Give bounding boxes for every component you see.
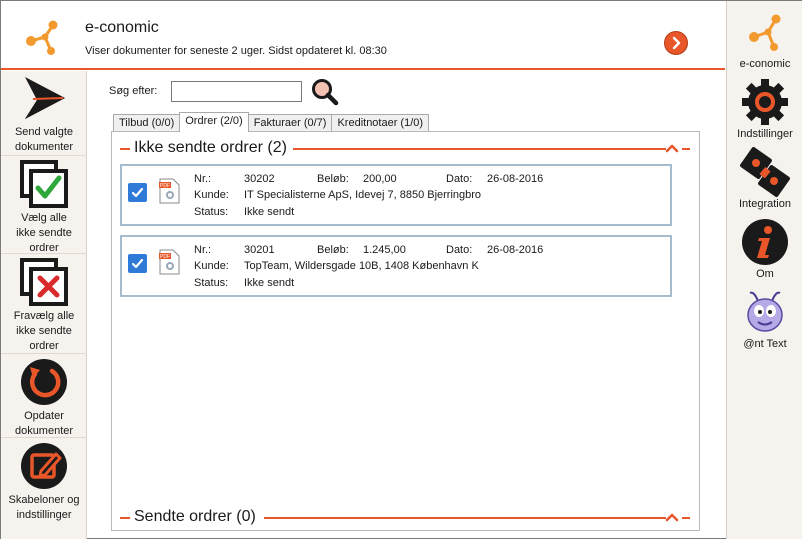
send-selected-label-line2: dokumenter xyxy=(14,141,74,153)
sidebar-item-about[interactable]: Om xyxy=(727,217,802,281)
unsent-orders-title: Ikke sendte ordrer (2) xyxy=(134,138,293,158)
send-arrow-icon xyxy=(25,77,65,119)
pdf-icon[interactable]: PDF xyxy=(158,178,180,204)
left-sidebar: Send valgte dokumenter Vælg alle ikke se… xyxy=(1,71,87,539)
templates-label-line1: Skabeloner og xyxy=(8,494,80,506)
order-card: PDF Nr.: 30202 Beløb: 200,00 Dato: 26-08… xyxy=(120,164,672,226)
refresh-label-line1: Opdater xyxy=(24,410,64,422)
document-tabs: Tilbud (0/0) Ordrer (2/0) Fakturaer (0/7… xyxy=(113,112,430,132)
divider xyxy=(1,253,87,254)
sidebar-item-integration[interactable]: Integration xyxy=(727,147,802,211)
app-title: e-conomic xyxy=(85,19,159,36)
order-date: 26-08-2016 xyxy=(487,173,544,185)
refresh-icon xyxy=(21,359,67,405)
order-checkbox[interactable] xyxy=(128,254,147,273)
order-number: 30202 xyxy=(244,173,275,185)
order-checkbox[interactable] xyxy=(128,183,147,202)
sidebar-item-label: @nt Text xyxy=(743,338,787,350)
nr-label: Nr.: xyxy=(194,173,212,185)
deselect-all-label-line3: ordrer xyxy=(29,340,59,352)
orders-panel: Ikke sendte ordrer (2) PDF Nr.: 30202 Be… xyxy=(111,131,700,531)
deselect-all-label-line1: Fravælg alle xyxy=(13,310,75,322)
templates-settings-button[interactable]: Skabeloner og indstillinger xyxy=(1,441,87,523)
status-subtitle: Viser dokumenter for seneste 2 uger. Sid… xyxy=(85,45,387,57)
edit-icon xyxy=(21,443,67,489)
forward-button[interactable] xyxy=(664,31,688,55)
order-date: 26-08-2016 xyxy=(487,244,544,256)
divider xyxy=(120,148,130,150)
order-status: Ikke sendt xyxy=(244,277,295,289)
order-amount: 1.245,00 xyxy=(363,244,406,256)
puzzle-gears-icon xyxy=(740,147,790,197)
chevron-right-icon xyxy=(672,36,681,50)
send-selected-label-line1: Send valgte xyxy=(14,126,74,138)
info-icon xyxy=(742,219,788,265)
ant-mascot-icon xyxy=(747,291,783,332)
select-all-label-line2: ikke sendte xyxy=(16,227,72,239)
e-conomic-logo-icon xyxy=(26,20,58,55)
chevron-up-icon[interactable] xyxy=(664,140,680,156)
order-customer: IT Specialisterne ApS, Idevej 7, 8850 Bj… xyxy=(244,189,482,201)
divider xyxy=(682,148,690,150)
templates-label-line2: indstillinger xyxy=(16,509,72,521)
select-all-label-line1: Vælg alle xyxy=(21,212,67,224)
divider xyxy=(264,517,666,519)
search-label: Søg efter: xyxy=(109,85,158,97)
svg-text:PDF: PDF xyxy=(160,254,170,260)
order-card: PDF Nr.: 30201 Beløb: 1.245,00 Dato: 26-… xyxy=(120,235,672,297)
chevron-up-icon[interactable] xyxy=(664,509,680,525)
tab-invoices[interactable]: Fakturaer (0/7) xyxy=(247,114,333,132)
divider xyxy=(1,437,87,438)
sent-orders-header: Sendte ordrer (0) xyxy=(120,507,690,527)
date-label: Dato: xyxy=(446,173,473,185)
tab-quotes[interactable]: Tilbud (0/0) xyxy=(113,114,181,132)
order-status: Ikke sendt xyxy=(244,206,295,218)
divider xyxy=(120,517,130,519)
checkbox-cross-icon xyxy=(20,258,68,306)
checkmark-icon xyxy=(131,187,144,198)
tab-credit-notes[interactable]: Kreditnotaer (1/0) xyxy=(331,114,430,132)
send-selected-button[interactable]: Send valgte dokumenter xyxy=(1,73,87,155)
customer-label: Kunde: xyxy=(194,189,229,201)
right-sidebar: e-conomic Indstillinger Integration Om @… xyxy=(726,1,802,539)
amount-label: Beløb: xyxy=(317,244,349,256)
divider xyxy=(1,353,87,354)
order-customer: TopTeam, Wildersgade 10B, 1408 København… xyxy=(244,260,479,272)
sidebar-item-e-conomic[interactable]: e-conomic xyxy=(727,7,802,71)
search-icon[interactable] xyxy=(311,78,339,106)
sidebar-item-label: Integration xyxy=(739,198,791,210)
divider xyxy=(682,517,690,519)
sidebar-item-label: Om xyxy=(756,268,774,280)
deselect-all-label-line2: ikke sendte xyxy=(16,325,72,337)
order-number: 30201 xyxy=(244,244,275,256)
status-label: Status: xyxy=(194,206,229,218)
deselect-all-button[interactable]: Fravælg alle ikke sendte ordrer xyxy=(1,257,87,354)
sent-orders-title: Sendte ordrer (0) xyxy=(134,507,262,527)
customer-label: Kunde: xyxy=(194,260,229,272)
checkbox-checked-icon xyxy=(20,160,68,208)
app-window: e-conomic Viser dokumenter for seneste 2… xyxy=(0,0,802,539)
e-conomic-logo-icon xyxy=(749,14,781,51)
divider xyxy=(290,148,666,150)
tab-orders[interactable]: Ordrer (2/0) xyxy=(179,112,249,132)
search-input[interactable] xyxy=(171,81,302,102)
divider xyxy=(1,155,87,156)
status-label: Status: xyxy=(194,277,229,289)
unsent-orders-header: Ikke sendte ordrer (2) xyxy=(120,138,690,158)
gear-icon xyxy=(742,79,788,125)
order-amount: 200,00 xyxy=(363,173,397,185)
header: e-conomic Viser dokumenter for seneste 2… xyxy=(1,1,725,70)
refresh-documents-button[interactable]: Opdater dokumenter xyxy=(1,357,87,439)
checkmark-icon xyxy=(131,258,144,269)
select-all-button[interactable]: Vælg alle ikke sendte ordrer xyxy=(1,159,87,256)
sidebar-item-nt-text[interactable]: @nt Text xyxy=(727,287,802,351)
sidebar-item-label: e-conomic xyxy=(739,58,791,70)
sidebar-item-label: Indstillinger xyxy=(737,128,793,140)
nr-label: Nr.: xyxy=(194,244,212,256)
amount-label: Beløb: xyxy=(317,173,349,185)
svg-text:PDF: PDF xyxy=(160,183,170,189)
pdf-icon[interactable]: PDF xyxy=(158,249,180,275)
sidebar-item-settings[interactable]: Indstillinger xyxy=(727,77,802,141)
date-label: Dato: xyxy=(446,244,473,256)
